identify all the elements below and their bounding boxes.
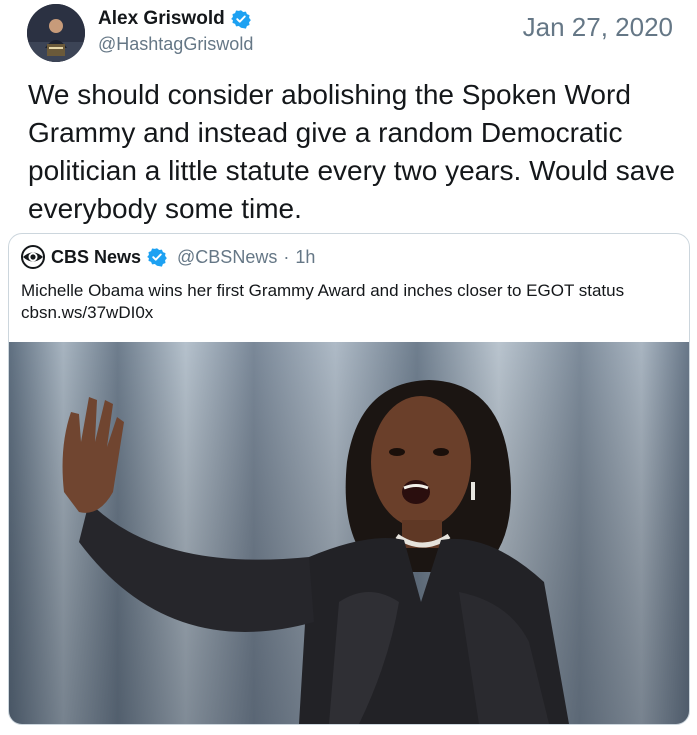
verified-badge-icon — [230, 9, 251, 29]
meta-separator: · — [283, 246, 290, 267]
quoted-tweet-body: Michelle Obama wins her first Grammy Awa… — [21, 281, 625, 300]
tweet-date[interactable]: Jan 27, 2020 — [523, 12, 673, 43]
quoted-author-handle[interactable]: @CBSNews — [177, 247, 277, 268]
author-name[interactable]: Alex Griswold — [98, 8, 225, 30]
author-name-row[interactable]: Alex Griswold — [98, 8, 251, 30]
cbs-eye-logo-icon — [21, 245, 45, 269]
quoted-tweet-link[interactable]: cbsn.ws/37wDI0x — [21, 302, 681, 324]
quoted-tweet-photo[interactable] — [9, 342, 689, 724]
author-avatar[interactable] — [27, 4, 85, 62]
quoted-tweet-time[interactable]: 1h — [295, 247, 315, 268]
verified-badge-icon — [147, 247, 167, 267]
author-handle[interactable]: @HashtagGriswold — [98, 34, 253, 55]
tweet-text: We should consider abolishing the Spoken… — [28, 79, 675, 224]
quoted-author-name[interactable]: CBS News — [51, 247, 141, 268]
quoted-tweet-card[interactable]: CBS News @CBSNews · 1h Michelle Obama wi… — [8, 233, 690, 725]
tweet: Alex Griswold @HashtagGriswold Jan 27, 2… — [0, 0, 697, 735]
quoted-tweet-text: Michelle Obama wins her first Grammy Awa… — [21, 280, 681, 324]
quoted-tweet-header: CBS News @CBSNews · 1h — [21, 245, 315, 269]
